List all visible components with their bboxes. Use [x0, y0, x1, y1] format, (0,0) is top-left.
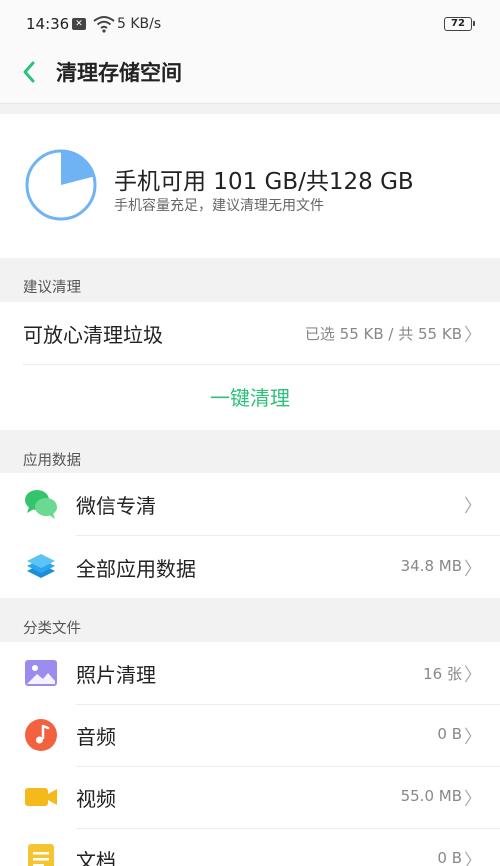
- junk-clean-row[interactable]: 可放心清理垃圾 已选 55 KB / 共 55 KB 〉: [0, 302, 500, 364]
- photo-clean-value: 16 张: [423, 665, 462, 683]
- all-app-data-value: 34.8 MB: [400, 557, 462, 575]
- network-speed: 5 KB/s: [117, 16, 162, 32]
- chevron-right-icon: 〉: [464, 559, 482, 580]
- header: 清理存储空间: [0, 48, 500, 104]
- document-row[interactable]: 文档 0 B 〉: [0, 828, 500, 866]
- wechat-icon: [25, 490, 57, 519]
- app-data-block: 微信专清 〉 全部应用数据 34.8 MB 〉: [0, 473, 500, 598]
- section-label-suggest: 建议清理: [23, 280, 81, 296]
- page-title: 清理存储空间: [56, 61, 182, 85]
- suggest-block: 可放心清理垃圾 已选 55 KB / 共 55 KB 〉 一键清理: [0, 302, 500, 430]
- wechat-clean-label: 微信专清: [76, 494, 156, 518]
- section-label-app-data: 应用数据: [23, 453, 81, 469]
- status-bar: 14:36 ✕ 5 KB/s 72: [0, 0, 500, 48]
- audio-value: 0 B: [437, 725, 462, 743]
- chevron-right-icon: 〉: [464, 325, 482, 346]
- chevron-right-icon: 〉: [464, 727, 482, 748]
- chevron-right-icon: 〉: [464, 851, 482, 866]
- video-value: 55.0 MB: [400, 787, 462, 805]
- storage-hint-text: 手机容量充足，建议清理无用文件: [114, 198, 324, 214]
- storage-pie-icon: [25, 149, 97, 221]
- battery-icon: 72: [444, 17, 475, 31]
- video-row[interactable]: 视频 55.0 MB 〉: [0, 766, 500, 828]
- layers-icon: [27, 554, 55, 578]
- notification-x-icon: ✕: [72, 18, 86, 30]
- document-label: 文档: [76, 849, 116, 866]
- photo-icon: [25, 660, 57, 686]
- chevron-right-icon: 〉: [464, 665, 482, 686]
- all-app-data-label: 全部应用数据: [76, 557, 196, 581]
- photo-clean-row[interactable]: 照片清理 16 张 〉: [0, 642, 500, 704]
- status-time: 14:36: [26, 15, 70, 33]
- junk-clean-value: 已选 55 KB / 共 55 KB: [304, 325, 462, 343]
- divider: [23, 364, 500, 365]
- video-icon: [25, 788, 57, 806]
- audio-label: 音频: [76, 725, 116, 749]
- junk-clean-label: 可放心清理垃圾: [23, 323, 163, 347]
- back-arrow-icon[interactable]: [18, 58, 42, 86]
- chevron-right-icon: 〉: [464, 496, 482, 517]
- chevron-right-icon: 〉: [464, 789, 482, 810]
- one-key-clean-button[interactable]: 一键清理: [0, 382, 500, 411]
- video-label: 视频: [76, 787, 116, 811]
- photo-clean-label: 照片清理: [76, 663, 156, 687]
- wifi-icon: [93, 16, 115, 33]
- section-label-files: 分类文件: [23, 621, 81, 637]
- storage-summary-card: 手机可用 101 GB/共128 GB 手机容量充足，建议清理无用文件: [0, 114, 500, 258]
- music-icon: [25, 719, 57, 751]
- document-icon: [28, 844, 54, 866]
- files-block: 照片清理 16 张 〉 音频 0 B 〉 视频 55.0 MB 〉 文档 0 B…: [0, 642, 500, 866]
- storage-available-text: 手机可用 101 GB/共128 GB: [114, 169, 414, 195]
- document-value: 0 B: [437, 849, 462, 866]
- all-app-data-row[interactable]: 全部应用数据 34.8 MB 〉: [0, 536, 500, 598]
- wechat-clean-row[interactable]: 微信专清 〉: [0, 473, 500, 535]
- audio-row[interactable]: 音频 0 B 〉: [0, 704, 500, 766]
